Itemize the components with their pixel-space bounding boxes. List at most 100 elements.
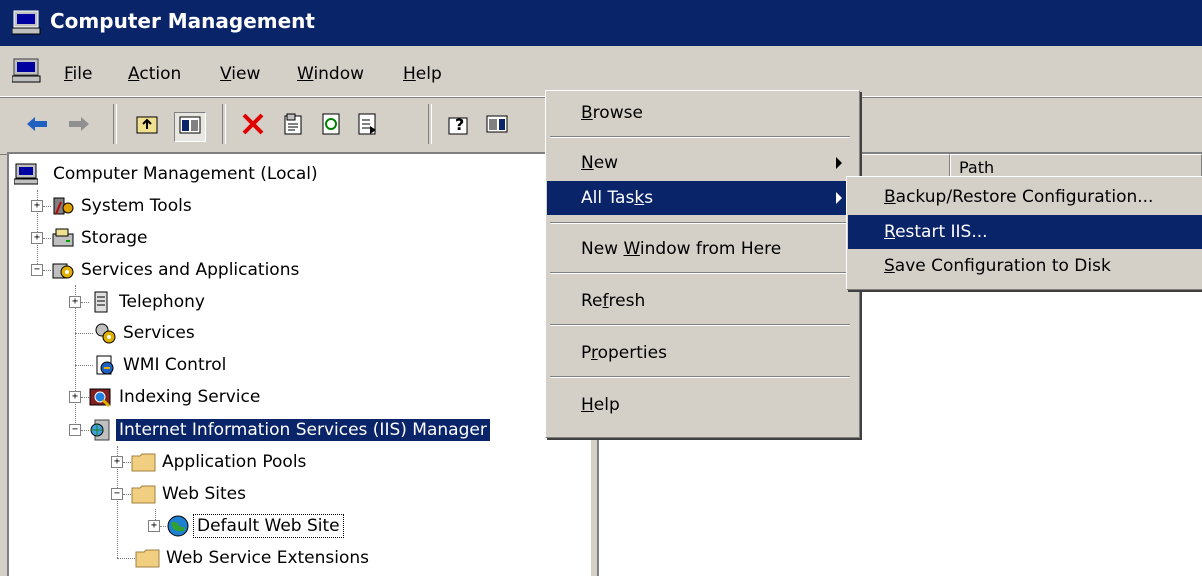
tree-item-label: Default Web Site <box>193 514 344 538</box>
menu-file-accel: F <box>64 64 73 84</box>
delete-icon <box>241 112 265 141</box>
computer-management-icon <box>11 10 42 41</box>
properties-icon <box>281 112 305 141</box>
tree-item-label: System Tools <box>81 196 192 216</box>
context-menu-label-rest: resh <box>608 291 646 311</box>
context-menu-browse[interactable]: Browse <box>547 96 854 130</box>
context-menu-label-pre: Re <box>581 291 603 311</box>
submenu-accel: S <box>884 256 895 276</box>
context-menu-properties[interactable]: Properties <box>547 336 854 370</box>
help-icon: ? <box>447 112 471 141</box>
back-button[interactable] <box>22 112 52 140</box>
system-menu-icon[interactable] <box>11 58 42 89</box>
expand-toggle[interactable]: + <box>148 520 160 532</box>
forward-button[interactable] <box>64 112 94 140</box>
context-menu-help[interactable]: Help <box>547 388 854 422</box>
tree-item-label: Indexing Service <box>119 387 261 407</box>
show-hide-tree-icon <box>179 115 201 140</box>
tree-item-web-sites[interactable]: − Web Sites <box>111 479 249 509</box>
export-list-button[interactable] <box>352 112 382 140</box>
context-menu-new-window[interactable]: New Window from Here <box>547 232 854 266</box>
properties-button[interactable] <box>278 112 308 140</box>
tree-item-label: Web Service Extensions <box>166 548 370 568</box>
toolbar-separator <box>428 104 432 144</box>
submenu-label: Save Configuration to Disk <box>848 256 1111 276</box>
tree-item-iis-manager[interactable]: − Internet Information Services (IIS) Ma… <box>69 415 490 445</box>
context-menu-label-rest: s <box>644 188 654 208</box>
tree-item-label: Application Pools <box>162 452 307 472</box>
tree-item-system-tools[interactable]: + System Tools <box>31 191 195 221</box>
context-menu-label-rest: ew <box>593 153 619 173</box>
tree-item-label: Telephony <box>119 292 205 312</box>
tree-line <box>123 493 131 495</box>
tree-line <box>81 429 89 431</box>
context-menu-label: Properties <box>547 343 667 363</box>
context-menu-refresh[interactable]: Refresh <box>547 284 854 318</box>
menu-help-label: elp <box>415 64 442 84</box>
tree-item-telephony[interactable]: + Telephony <box>69 287 208 317</box>
tree-line <box>81 396 89 398</box>
toolbar-separator <box>222 104 226 144</box>
tree-item-default-web-site[interactable]: + Default Web Site <box>148 511 344 541</box>
computer-icon <box>13 162 39 186</box>
submenu-label-rest: estart IIS... <box>895 222 988 242</box>
tree-line <box>75 332 93 334</box>
menu-view[interactable]: View <box>220 64 260 84</box>
tree-item-wmi-control[interactable]: WMI Control <box>75 350 229 380</box>
menu-view-accel: V <box>220 64 232 84</box>
menu-window-label: indow <box>313 64 365 84</box>
tree-item-web-service-extensions[interactable]: Web Service Extensions <box>117 543 372 573</box>
expand-toggle[interactable]: + <box>31 232 43 244</box>
context-menu-label-rest: rowse <box>592 103 643 123</box>
menu-action-label: ction <box>139 64 182 84</box>
collapse-toggle[interactable]: − <box>31 264 43 276</box>
tree-item-label: Internet Information Services (IIS) Mana… <box>116 419 490 441</box>
tree-line <box>81 301 89 303</box>
toolbar-separator <box>113 104 117 144</box>
collapse-toggle[interactable]: − <box>69 424 81 436</box>
context-menu-accel: r <box>590 343 598 363</box>
show-hide-action-pane-button[interactable] <box>482 112 512 140</box>
menu-window[interactable]: Window <box>297 64 364 84</box>
menu-help[interactable]: Help <box>403 64 442 84</box>
tree-line <box>43 237 51 239</box>
tree-item-label: WMI Control <box>123 355 227 375</box>
context-menu-label-pre: New <box>581 239 624 259</box>
expand-toggle[interactable]: + <box>31 200 43 212</box>
refresh-button[interactable] <box>316 112 346 140</box>
context-menu-all-tasks[interactable]: All Tasks <box>547 181 854 215</box>
tree-item-application-pools[interactable]: + Application Pools <box>111 447 309 477</box>
tree-item-indexing-service[interactable]: + Indexing Service <box>69 382 263 412</box>
context-menu-label-rest: elp <box>593 395 620 415</box>
globe-icon <box>166 514 190 538</box>
tree-item-computer-management[interactable]: Computer Management (Local) <box>13 159 321 189</box>
submenu-restart-iis[interactable]: Restart IIS... <box>848 215 1202 249</box>
submenu-arrow-icon <box>836 192 842 204</box>
window-title: Computer Management <box>50 9 315 33</box>
expand-toggle[interactable]: + <box>111 456 123 468</box>
submenu-backup-restore[interactable]: Backup/Restore Configuration... <box>848 180 1202 214</box>
folder-icon <box>131 450 156 474</box>
up-one-level-button[interactable] <box>132 112 162 140</box>
collapse-toggle[interactable]: − <box>111 488 123 500</box>
menu-help-accel: H <box>403 64 416 84</box>
show-hide-tree-button[interactable] <box>174 112 206 142</box>
tree-item-label: Storage <box>81 228 148 248</box>
tree-item-services[interactable]: Services <box>75 318 198 348</box>
tree-item-label: Computer Management (Local) <box>53 164 318 184</box>
submenu-accel: R <box>884 222 896 242</box>
context-menu-label: Browse <box>547 103 643 123</box>
submenu-save-configuration[interactable]: Save Configuration to Disk <box>848 249 1202 283</box>
expand-toggle[interactable]: + <box>69 296 81 308</box>
menu-action[interactable]: Action <box>128 64 181 84</box>
menu-separator <box>550 324 850 326</box>
menu-view-label: iew <box>231 64 261 84</box>
expand-toggle[interactable]: + <box>69 391 81 403</box>
folder-icon <box>131 482 156 506</box>
context-menu-new[interactable]: New <box>547 146 854 180</box>
tree-item-services-and-applications[interactable]: − Services and Applications <box>31 255 302 285</box>
delete-button[interactable] <box>238 112 268 140</box>
menu-file[interactable]: File <box>64 64 92 84</box>
tree-item-storage[interactable]: + Storage <box>31 223 151 253</box>
help-button[interactable]: ? <box>444 112 474 140</box>
